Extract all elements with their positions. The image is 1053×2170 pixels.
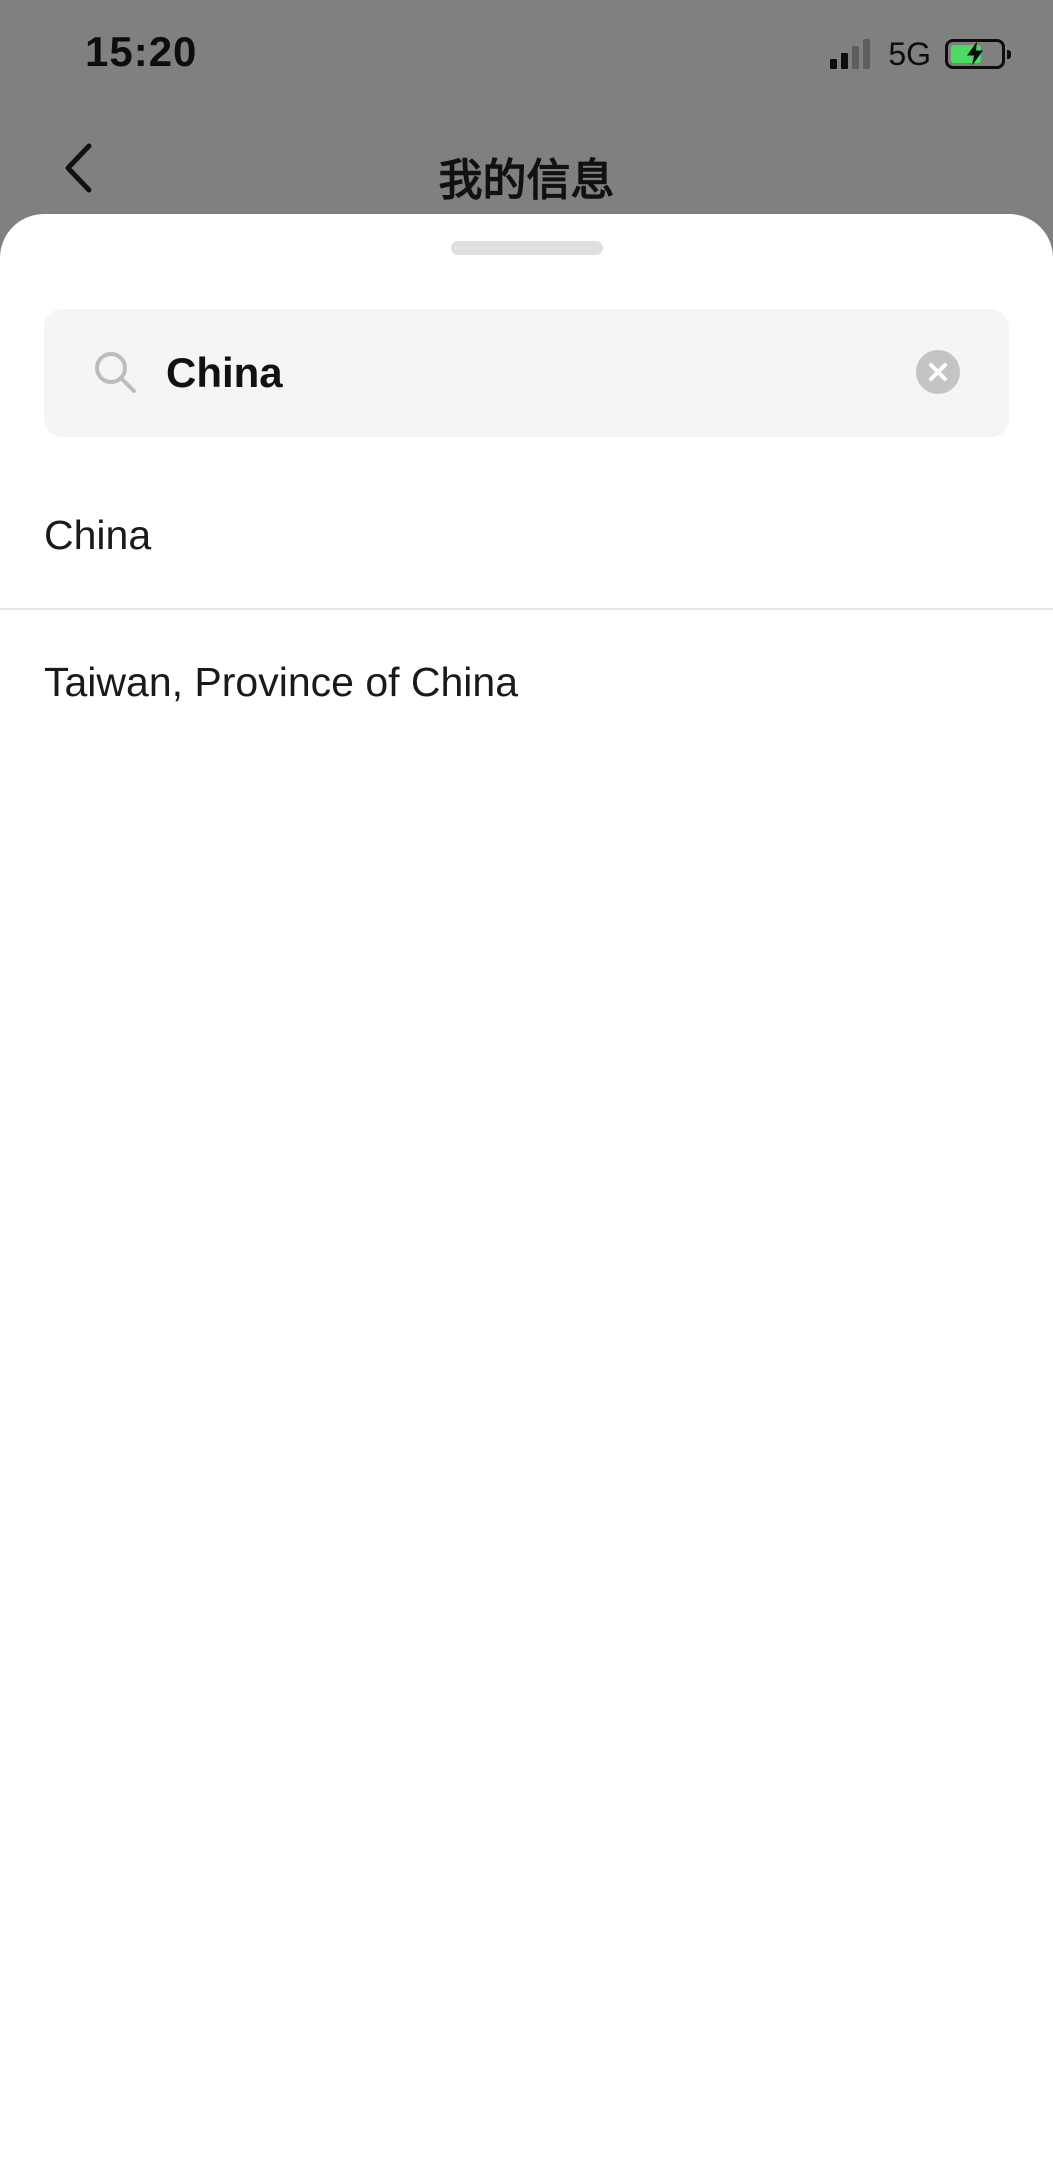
country-picker-sheet: China Taiwan, Province of China (0, 214, 1053, 2170)
result-item-china[interactable]: China (0, 462, 1053, 608)
battery-icon (945, 39, 1011, 69)
search-input[interactable] (166, 309, 906, 437)
status-indicators: 5G (830, 34, 1011, 74)
clear-search-button[interactable] (916, 350, 960, 394)
sheet-drag-handle[interactable] (451, 241, 603, 255)
cellular-signal-icon (830, 39, 874, 69)
search-icon (95, 352, 136, 393)
battery-cap (1007, 50, 1011, 59)
charging-bolt-icon (967, 41, 983, 66)
search-box (44, 309, 1009, 437)
network-type: 5G (888, 35, 931, 72)
result-item-taiwan-province-of-china[interactable]: Taiwan, Province of China (0, 608, 1053, 754)
search-results-list: China Taiwan, Province of China (0, 462, 1053, 754)
status-bar: 15:20 5G (0, 0, 1053, 110)
status-time: 15:20 (85, 28, 198, 75)
page-title: 我的信息 (438, 156, 615, 205)
